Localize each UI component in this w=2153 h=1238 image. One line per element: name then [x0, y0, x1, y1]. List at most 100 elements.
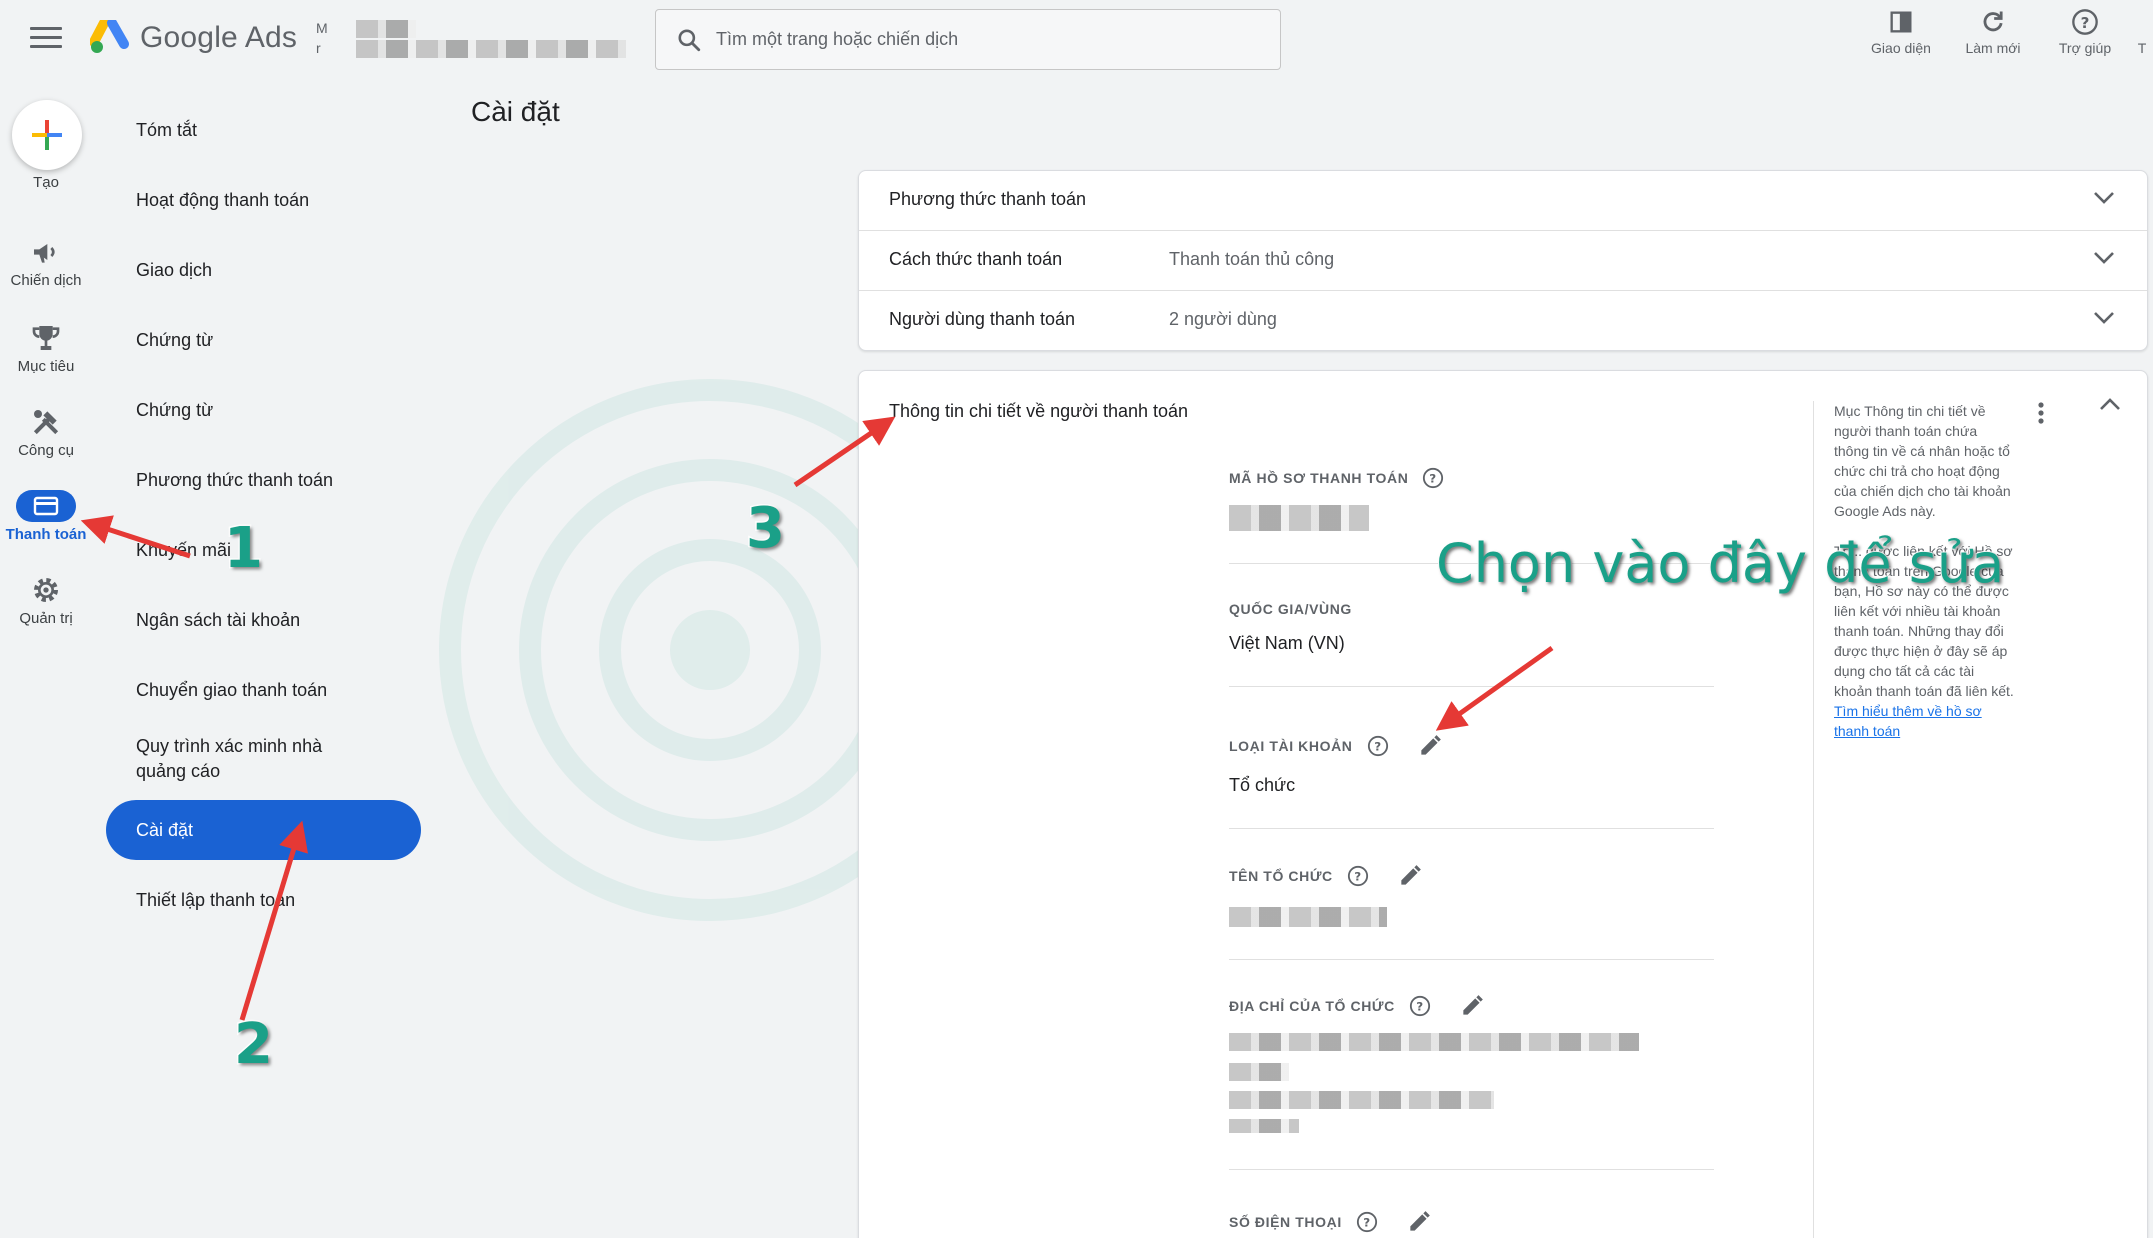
field-label: SỐ ĐIỆN THOẠI — [1229, 1214, 1342, 1230]
divider — [1229, 828, 1714, 829]
field-value: Việt Nam (VN) — [1229, 633, 1345, 653]
field-label: TÊN TỔ CHỨC — [1229, 868, 1333, 884]
subnav-item-account-budget[interactable]: Ngân sách tài khoản — [106, 608, 421, 633]
divider — [1229, 1169, 1714, 1170]
subnav-item-documents[interactable]: Chứng từ — [106, 328, 421, 353]
help-icon[interactable]: ? — [1409, 995, 1431, 1017]
pencil-icon[interactable] — [1417, 733, 1443, 759]
subnav-item-settings[interactable]: Cài đặt — [106, 800, 421, 860]
annotation-number-2: 2 — [233, 1011, 275, 1079]
pencil-icon[interactable] — [1397, 863, 1423, 889]
annotation-number-3: 3 — [745, 495, 787, 563]
svg-text:?: ? — [2081, 14, 2090, 32]
appearance-button[interactable]: Giao diện — [1855, 8, 1947, 56]
rail-label-goals: Mục tiêu — [17, 358, 75, 375]
field-label: MÃ HỒ SƠ THANH TOÁN — [1229, 470, 1409, 486]
billing-pill — [16, 490, 76, 522]
help-icon[interactable]: ? — [1347, 865, 1369, 887]
rail-label-billing: Thanh toán — [5, 526, 87, 543]
blurred-value — [1229, 1091, 1494, 1109]
refresh-button[interactable]: Làm mới — [1947, 8, 2039, 56]
chevron-down-icon — [2094, 312, 2114, 324]
svg-text:?: ? — [1416, 1000, 1423, 1014]
account-selector[interactable]: M r — [316, 20, 626, 60]
appearance-icon — [1890, 11, 1912, 33]
accordion-title: Phương thức thanh toán — [889, 189, 1087, 209]
rail-label-tools: Công cụ — [18, 442, 74, 459]
account-name: M — [316, 20, 328, 36]
field-label: LOẠI TÀI KHOẢN — [1229, 738, 1353, 754]
payer-details-card: Thông tin chi tiết về người thanh toán M… — [858, 370, 2148, 1238]
subnav-item-summary[interactable]: Tóm tắt — [106, 118, 421, 143]
chevron-down-icon — [2094, 252, 2114, 264]
rail-item-campaigns[interactable]: Chiến dịch — [0, 236, 92, 308]
field-phone: SỐ ĐIỆN THOẠI ? — [1229, 1209, 1714, 1235]
rail-item-admin[interactable]: Quản trị — [0, 574, 92, 646]
more-vert-icon[interactable] — [2037, 401, 2045, 425]
field-account-type: LOẠI TÀI KHOẢN ? Tổ chức — [1229, 733, 1714, 829]
field-organization-name: TÊN TỔ CHỨC ? — [1229, 863, 1714, 960]
help-icon[interactable]: ? — [1356, 1211, 1378, 1233]
create-button[interactable] — [12, 100, 82, 170]
accordion-payment-setting[interactable]: Cách thức thanh toán Thanh toán thủ công — [859, 231, 2147, 291]
rail-item-tools[interactable]: Công cụ — [0, 406, 92, 478]
rail-label-admin: Quản trị — [19, 610, 73, 627]
refresh-label: Làm mới — [1965, 40, 2021, 56]
help-icon[interactable]: ? — [1367, 735, 1389, 757]
blurred-value — [1229, 1033, 1639, 1051]
rail-item-billing[interactable]: Thanh toán — [0, 490, 92, 562]
subnav-item-billing-activity[interactable]: Hoạt động thanh toán — [106, 188, 421, 213]
svg-text:?: ? — [1354, 870, 1361, 884]
accordion-payment-methods[interactable]: Phương thức thanh toán — [859, 171, 2147, 231]
arrow-2 — [239, 820, 309, 1021]
pencil-icon[interactable] — [1406, 1209, 1432, 1235]
subnav-item-billing-setup[interactable]: Thiết lập thanh toán — [106, 888, 421, 913]
subnav-item-documents-2[interactable]: Chứng từ — [106, 398, 421, 423]
annotation-note: Chọn vào đây để sửa — [1435, 531, 2005, 596]
top-actions: Giao diện Làm mới ? Trợ giúp T — [1855, 8, 2153, 56]
help-button[interactable]: ? Trợ giúp — [2039, 8, 2131, 56]
divider — [1229, 959, 1714, 960]
accordion-title: Người dùng thanh toán — [889, 309, 1075, 329]
billing-summary-card: Phương thức thanh toán Cách thức thanh t… — [858, 170, 2148, 351]
learn-more-link[interactable]: Tìm hiểu thêm về hồ sơ thanh toán — [1834, 703, 1982, 739]
google-ads-logo[interactable]: Google Ads — [90, 20, 297, 56]
subnav-item-payment-methods[interactable]: Phương thức thanh toán — [106, 468, 421, 493]
trophy-icon — [32, 326, 60, 350]
help-label: Trợ giúp — [2058, 40, 2112, 56]
field-label: ĐỊA CHỈ CỦA TỔ CHỨC — [1229, 998, 1395, 1014]
plus-icon — [32, 120, 62, 150]
subnav-item-promotions[interactable]: Khuyến mãi — [106, 538, 421, 563]
field-label: QUỐC GIA/VÙNG — [1229, 601, 1352, 617]
accordion-value: Thanh toán thủ công — [1169, 249, 1335, 269]
page-title: Cài đặt — [471, 96, 560, 127]
create-label: Tạo — [33, 174, 59, 191]
svg-text:?: ? — [1374, 740, 1381, 754]
vertical-divider — [1813, 401, 1814, 1238]
divider — [1229, 686, 1714, 687]
help-icon[interactable]: ? — [1422, 467, 1444, 489]
blurred-account — [356, 20, 416, 38]
chevron-down-icon — [2094, 192, 2114, 204]
subnav-item-transactions[interactable]: Giao dịch — [106, 258, 421, 283]
subnav-item-verification[interactable]: Quy trình xác minh nhà quảng cáo — [106, 734, 406, 784]
blurred-address — [1229, 1033, 1714, 1153]
rail-item-goals[interactable]: Mục tiêu — [0, 322, 92, 394]
chevron-up-icon[interactable] — [2099, 397, 2121, 411]
search-box[interactable] — [655, 9, 1281, 70]
more-button[interactable]: T — [2131, 8, 2153, 56]
payer-details-title: Thông tin chi tiết về người thanh toán — [889, 401, 1189, 421]
menu-icon[interactable] — [30, 27, 62, 51]
field-value: Tổ chức — [1229, 775, 1296, 795]
top-bar: Google Ads M r Giao diện Làm mới ? Trợ g… — [0, 0, 2153, 80]
account-id: r — [316, 40, 321, 56]
megaphone-icon — [34, 244, 55, 263]
search-input[interactable] — [716, 29, 1256, 50]
blurred-account — [356, 40, 626, 58]
blurred-value — [1229, 1063, 1289, 1081]
more-label: T — [2137, 40, 2147, 56]
subnav-item-billing-transfer[interactable]: Chuyển giao thanh toán — [106, 678, 421, 703]
refresh-icon — [1983, 11, 2003, 32]
accordion-payment-users[interactable]: Người dùng thanh toán 2 người dùng — [859, 291, 2147, 351]
pencil-icon[interactable] — [1459, 993, 1485, 1019]
